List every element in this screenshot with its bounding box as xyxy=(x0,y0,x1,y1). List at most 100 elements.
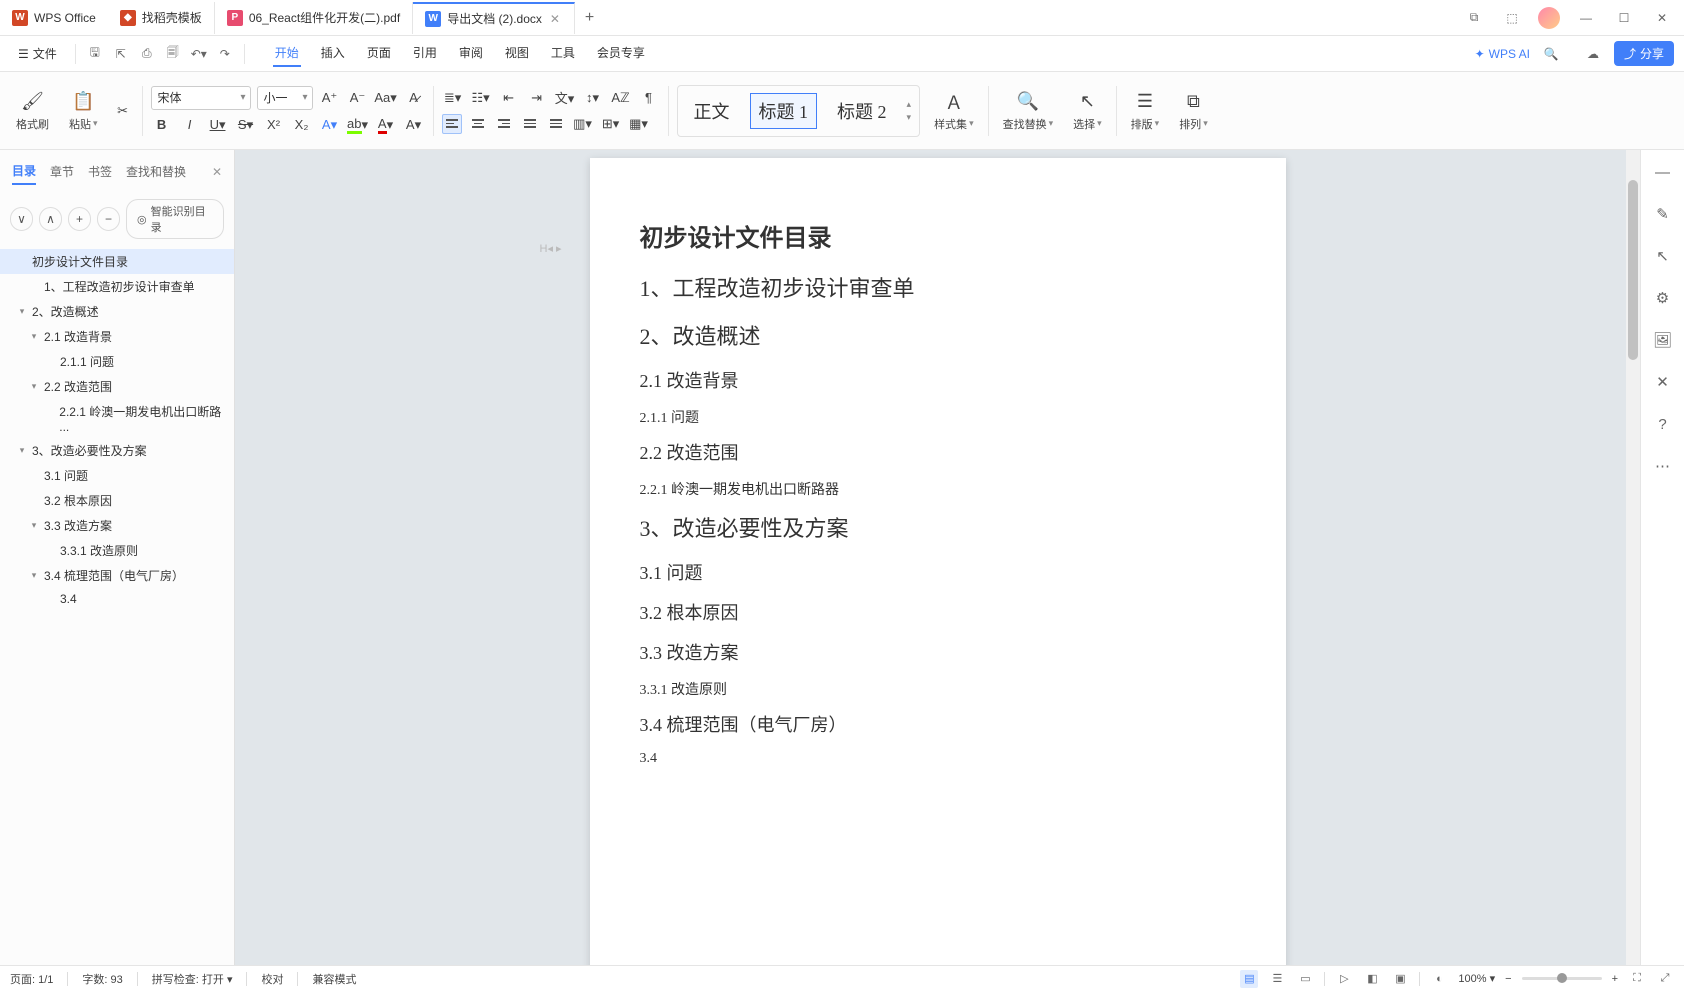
font-color-icon[interactable]: A▾ xyxy=(375,114,397,136)
document-tab[interactable]: W 导出文档 (2).docx ✕ xyxy=(413,2,575,34)
doc-heading[interactable]: 2.1 改造背景 xyxy=(640,367,1236,393)
add-heading-button[interactable]: + xyxy=(68,207,91,231)
decrease-indent-icon[interactable]: ⇤ xyxy=(498,87,520,109)
doc-heading[interactable]: 2.2.1 岭澳一期发电机出口断路器 xyxy=(640,479,1236,499)
clear-format-icon[interactable]: A̷ xyxy=(403,87,425,109)
font-size-select[interactable]: 小一 xyxy=(257,86,313,110)
menu-tab-审阅[interactable]: 审阅 xyxy=(457,40,485,67)
page[interactable]: H◂ ▸ 初步设计文件目录1、工程改造初步设计审查单2、改造概述2.1 改造背景… xyxy=(590,158,1286,965)
align-center-icon[interactable] xyxy=(468,114,488,134)
outline-item[interactable]: ▾3.3 改造方案 xyxy=(0,513,234,538)
rail-image-icon[interactable]: 🖼 xyxy=(1651,328,1675,352)
shading-icon[interactable]: A▾ xyxy=(403,114,425,136)
tab-close-icon[interactable]: ✕ xyxy=(548,12,562,26)
remove-heading-button[interactable]: − xyxy=(97,207,120,231)
align-justify-icon[interactable] xyxy=(520,114,540,134)
menu-tab-引用[interactable]: 引用 xyxy=(411,40,439,67)
document-canvas[interactable]: H◂ ▸ 初步设计文件目录1、工程改造初步设计审查单2、改造概述2.1 改造背景… xyxy=(235,150,1640,965)
document-tab[interactable]: P 06_React组件化开发(二).pdf xyxy=(215,2,413,34)
status-spell[interactable]: 拼写检查: 打开 ▾ xyxy=(152,971,233,987)
style-more-button[interactable]: ▴▾ xyxy=(907,99,912,123)
search-icon[interactable]: 🔍 xyxy=(1542,45,1560,63)
chevron-down-icon[interactable]: ▾ xyxy=(16,445,28,456)
show-marks-icon[interactable]: ¶ xyxy=(638,87,660,109)
menu-tab-插入[interactable]: 插入 xyxy=(319,40,347,67)
doc-heading[interactable]: 3.2 根本原因 xyxy=(640,599,1236,625)
chevron-down-icon[interactable]: ▾ xyxy=(28,570,40,581)
doc-heading[interactable]: 3.3 改造方案 xyxy=(640,639,1236,665)
view-outline-icon[interactable]: ☰ xyxy=(1268,970,1286,988)
file-menu[interactable]: ☰ 文件 xyxy=(10,41,65,66)
view-read-icon[interactable]: ▷ xyxy=(1335,970,1353,988)
layout[interactable]: ☰ 排版▾ xyxy=(1125,86,1166,136)
cut-icon[interactable]: ✂ xyxy=(112,100,134,122)
status-words[interactable]: 字数: 93 xyxy=(82,971,122,987)
view-focus-icon[interactable]: ▣ xyxy=(1391,970,1409,988)
sidebar-tab-目录[interactable]: 目录 xyxy=(12,158,36,185)
font-name-select[interactable]: 宋体 xyxy=(151,86,251,110)
outline-item[interactable]: ▾3.4 xyxy=(0,588,234,610)
borders-icon[interactable]: ▦▾ xyxy=(628,113,650,135)
text-direction-icon[interactable]: 文▾ xyxy=(554,87,576,109)
doc-heading[interactable]: 2.2 改造范围 xyxy=(640,439,1236,465)
expand-all-button[interactable]: ∧ xyxy=(39,207,62,231)
chevron-down-icon[interactable]: ▾ xyxy=(16,306,28,317)
preview-icon[interactable]: 🗐 xyxy=(164,45,182,63)
sidebar-tab-书签[interactable]: 书签 xyxy=(88,159,112,184)
collapse-all-button[interactable]: ∨ xyxy=(10,207,33,231)
zoom-out-button[interactable]: − xyxy=(1505,973,1511,985)
increase-font-icon[interactable]: A⁺ xyxy=(319,87,341,109)
maximize-button[interactable]: ☐ xyxy=(1612,6,1636,30)
avatar[interactable] xyxy=(1538,7,1560,29)
night-mode-icon[interactable]: ◐ xyxy=(1430,970,1448,988)
rail-help-icon[interactable]: ? xyxy=(1651,412,1675,436)
menu-tab-工具[interactable]: 工具 xyxy=(549,40,577,67)
decrease-font-icon[interactable]: A⁻ xyxy=(347,87,369,109)
fullscreen-icon[interactable]: ⤢ xyxy=(1656,970,1674,988)
scrollbar-vertical[interactable] xyxy=(1626,150,1640,965)
tabs-icon[interactable]: ⊞▾ xyxy=(600,113,622,135)
align-left-icon[interactable] xyxy=(442,114,462,134)
chevron-down-icon[interactable]: ▾ xyxy=(28,520,40,531)
style-set[interactable]: Ａ 样式集▾ xyxy=(928,86,980,136)
menu-tab-页面[interactable]: 页面 xyxy=(365,40,393,67)
zoom-in-button[interactable]: + xyxy=(1612,973,1618,985)
rail-more-icon[interactable]: ⋯ xyxy=(1651,454,1675,478)
doc-heading[interactable]: 初步设计文件目录 xyxy=(640,218,1236,253)
sidebar-tab-查找和替换[interactable]: 查找和替换 xyxy=(126,159,186,184)
rail-minus-icon[interactable]: — xyxy=(1651,160,1675,184)
sidebar-close-icon[interactable]: ✕ xyxy=(212,165,222,179)
app-logo[interactable]: W WPS Office xyxy=(0,10,108,26)
rail-tools-icon[interactable]: ✕ xyxy=(1651,370,1675,394)
zoom-slider[interactable] xyxy=(1522,977,1602,980)
paste[interactable]: 📋 粘贴▾ xyxy=(63,86,104,136)
rail-select-icon[interactable]: ↖ xyxy=(1651,244,1675,268)
menu-tab-会员专享[interactable]: 会员专享 xyxy=(595,40,647,67)
minimize-button[interactable]: — xyxy=(1574,6,1598,30)
rail-edit-icon[interactable]: ✎ xyxy=(1651,202,1675,226)
menu-tab-开始[interactable]: 开始 xyxy=(273,40,301,67)
text-effect-icon[interactable]: A▾ xyxy=(319,114,341,136)
outline-item[interactable]: ▾2、改造概述 xyxy=(0,299,234,324)
doc-heading[interactable]: 3.1 问题 xyxy=(640,559,1236,585)
style-heading2[interactable]: 标题 2 xyxy=(829,94,895,128)
align-distribute-icon[interactable] xyxy=(546,114,566,134)
wps-ai-button[interactable]: ✦ WPS AI xyxy=(1475,47,1530,61)
italic-icon[interactable]: I xyxy=(179,114,201,136)
format-painter[interactable]: 🖌 格式刷 xyxy=(10,86,55,136)
doc-heading[interactable]: 3.3.1 改造原则 xyxy=(640,679,1236,699)
highlight-icon[interactable]: ab▾ xyxy=(347,114,369,136)
numbering-icon[interactable]: ☷▾ xyxy=(470,87,492,109)
increase-indent-icon[interactable]: ⇥ xyxy=(526,87,548,109)
scrollbar-thumb[interactable] xyxy=(1628,180,1638,360)
view-print-icon[interactable]: ◧ xyxy=(1363,970,1381,988)
outline-item[interactable]: ▾2.2.1 岭澳一期发电机出口断路 ... xyxy=(0,399,234,438)
superscript-icon[interactable]: X² xyxy=(263,114,285,136)
chevron-down-icon[interactable]: ▾ xyxy=(28,381,40,392)
arrange[interactable]: ⧉ 排列▾ xyxy=(1173,86,1214,136)
style-gallery[interactable]: 正文 标题 1 标题 2 ▴▾ xyxy=(677,85,921,137)
doc-heading[interactable]: 3、改造必要性及方案 xyxy=(640,511,1236,543)
outline-item[interactable]: ▾3.4 梳理范围（电气厂房） xyxy=(0,563,234,588)
columns-icon[interactable]: ▥▾ xyxy=(572,113,594,135)
align-right-icon[interactable] xyxy=(494,114,514,134)
